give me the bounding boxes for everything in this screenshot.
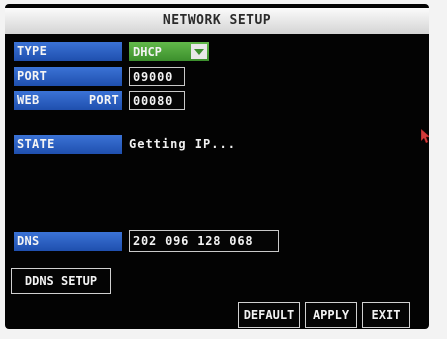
default-button[interactable]: DEFAULT: [238, 302, 300, 328]
ddns-setup-button[interactable]: DDNS SETUP: [11, 268, 111, 294]
dns-label: DNS: [14, 232, 122, 251]
apply-button[interactable]: APPLY: [305, 302, 357, 328]
state-label: STATE: [14, 135, 122, 154]
chevron-down-icon[interactable]: [191, 44, 207, 59]
type-dropdown-value: DHCP: [133, 44, 162, 59]
mouse-cursor-icon: [420, 128, 429, 147]
window-title: NETWORK SETUP: [5, 8, 429, 34]
dns-input[interactable]: 202 096 128 068: [129, 230, 279, 252]
web-port-label-part2: PORT: [88, 93, 119, 107]
network-setup-screen: NETWORK SETUP TYPE DHCP PORT 09000 WEB P…: [5, 4, 429, 329]
web-port-input[interactable]: 00080: [129, 91, 185, 110]
exit-button[interactable]: EXIT: [362, 302, 410, 328]
web-port-label-part1: WEB: [17, 93, 40, 107]
type-label: TYPE: [14, 42, 122, 61]
port-input[interactable]: 09000: [129, 67, 185, 86]
web-port-label: WEB PORT: [14, 91, 122, 110]
state-value: Getting IP...: [129, 137, 236, 151]
type-dropdown[interactable]: DHCP: [129, 42, 209, 61]
port-label: PORT: [14, 67, 122, 86]
